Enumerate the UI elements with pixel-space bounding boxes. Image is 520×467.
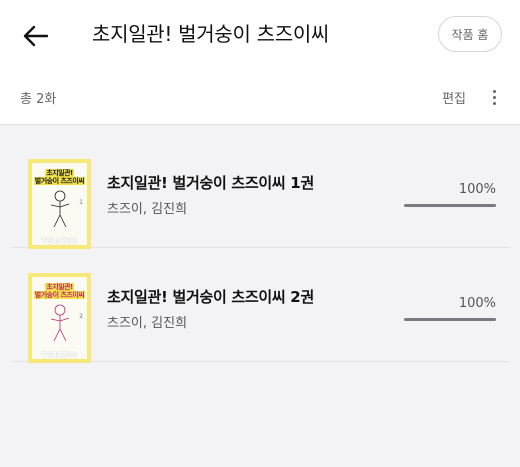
cover-footer: TSUZUI bbox=[41, 237, 78, 246]
more-options-button[interactable] bbox=[484, 84, 504, 110]
more-vertical-icon bbox=[492, 89, 496, 93]
book-list: 초지일관! 벌거숭이 츠즈이씨 1 TSUZUI 초지일관! 벌거숭이 츠즈이씨… bbox=[12, 134, 510, 363]
cover-title-line2: 벌거숭이 츠즈이씨 bbox=[33, 291, 86, 299]
more-vertical-icon-dot bbox=[492, 95, 496, 99]
back-button[interactable] bbox=[20, 20, 52, 52]
cover-volume: 2 bbox=[79, 313, 83, 320]
more-vertical-icon-dot bbox=[492, 101, 496, 105]
book-author: 츠즈이, 김진희 bbox=[107, 316, 188, 331]
cover-illustration-icon bbox=[50, 304, 70, 342]
progress-fill bbox=[404, 318, 496, 321]
list-item[interactable]: 초지일관! 벌거숭이 츠즈이씨 1 TSUZUI 초지일관! 벌거숭이 츠즈이씨… bbox=[12, 134, 510, 249]
progress-text: 100% bbox=[458, 296, 496, 311]
cover-illustration-icon bbox=[50, 190, 70, 228]
edit-button[interactable]: 편집 bbox=[442, 88, 466, 107]
book-cover: 초지일관! 벌거숭이 츠즈이씨 1 TSUZUI bbox=[28, 159, 91, 249]
book-title: 초지일관! 벌거숭이 츠즈이씨 2권 bbox=[107, 288, 314, 306]
cover-title: 초지일관! 벌거숭이 츠즈이씨 bbox=[32, 283, 87, 299]
progress-fill bbox=[404, 204, 496, 207]
page-title: 초지일관! 벌거숭이 츠즈이씨 bbox=[92, 22, 330, 46]
list-item[interactable]: 초지일관! 벌거숭이 츠즈이씨 2 TSUZUI 초지일관! 벌거숭이 츠즈이씨… bbox=[12, 248, 510, 363]
cover-footer: TSUZUI bbox=[41, 351, 78, 360]
header: 초지일관! 벌거숭이 츠즈이씨 작품 홈 bbox=[0, 0, 520, 70]
arrow-left-icon bbox=[23, 25, 49, 47]
cover-title-line1: 초지일관! bbox=[45, 169, 74, 177]
progress-bar bbox=[404, 318, 496, 321]
book-cover: 초지일관! 벌거숭이 츠즈이씨 2 TSUZUI bbox=[28, 273, 91, 363]
cover-volume: 1 bbox=[79, 199, 83, 206]
cover-title-line1: 초지일관! bbox=[45, 283, 74, 291]
total-count: 총 2화 bbox=[20, 92, 57, 107]
work-home-button[interactable]: 작품 홈 bbox=[438, 16, 502, 52]
list-toolbar: 총 2화 편집 bbox=[0, 70, 520, 125]
app-root: 초지일관! 벌거숭이 츠즈이씨 작품 홈 총 2화 편집 초지일관! 벌거숭이 … bbox=[0, 0, 520, 467]
cover-title-line2: 벌거숭이 츠즈이씨 bbox=[33, 177, 86, 185]
book-title: 초지일관! 벌거숭이 츠즈이씨 1권 bbox=[107, 174, 314, 192]
progress-text: 100% bbox=[458, 182, 496, 197]
cover-title: 초지일관! 벌거숭이 츠즈이씨 bbox=[32, 169, 87, 185]
progress-bar bbox=[404, 204, 496, 207]
book-author: 츠즈이, 김진희 bbox=[107, 202, 188, 217]
